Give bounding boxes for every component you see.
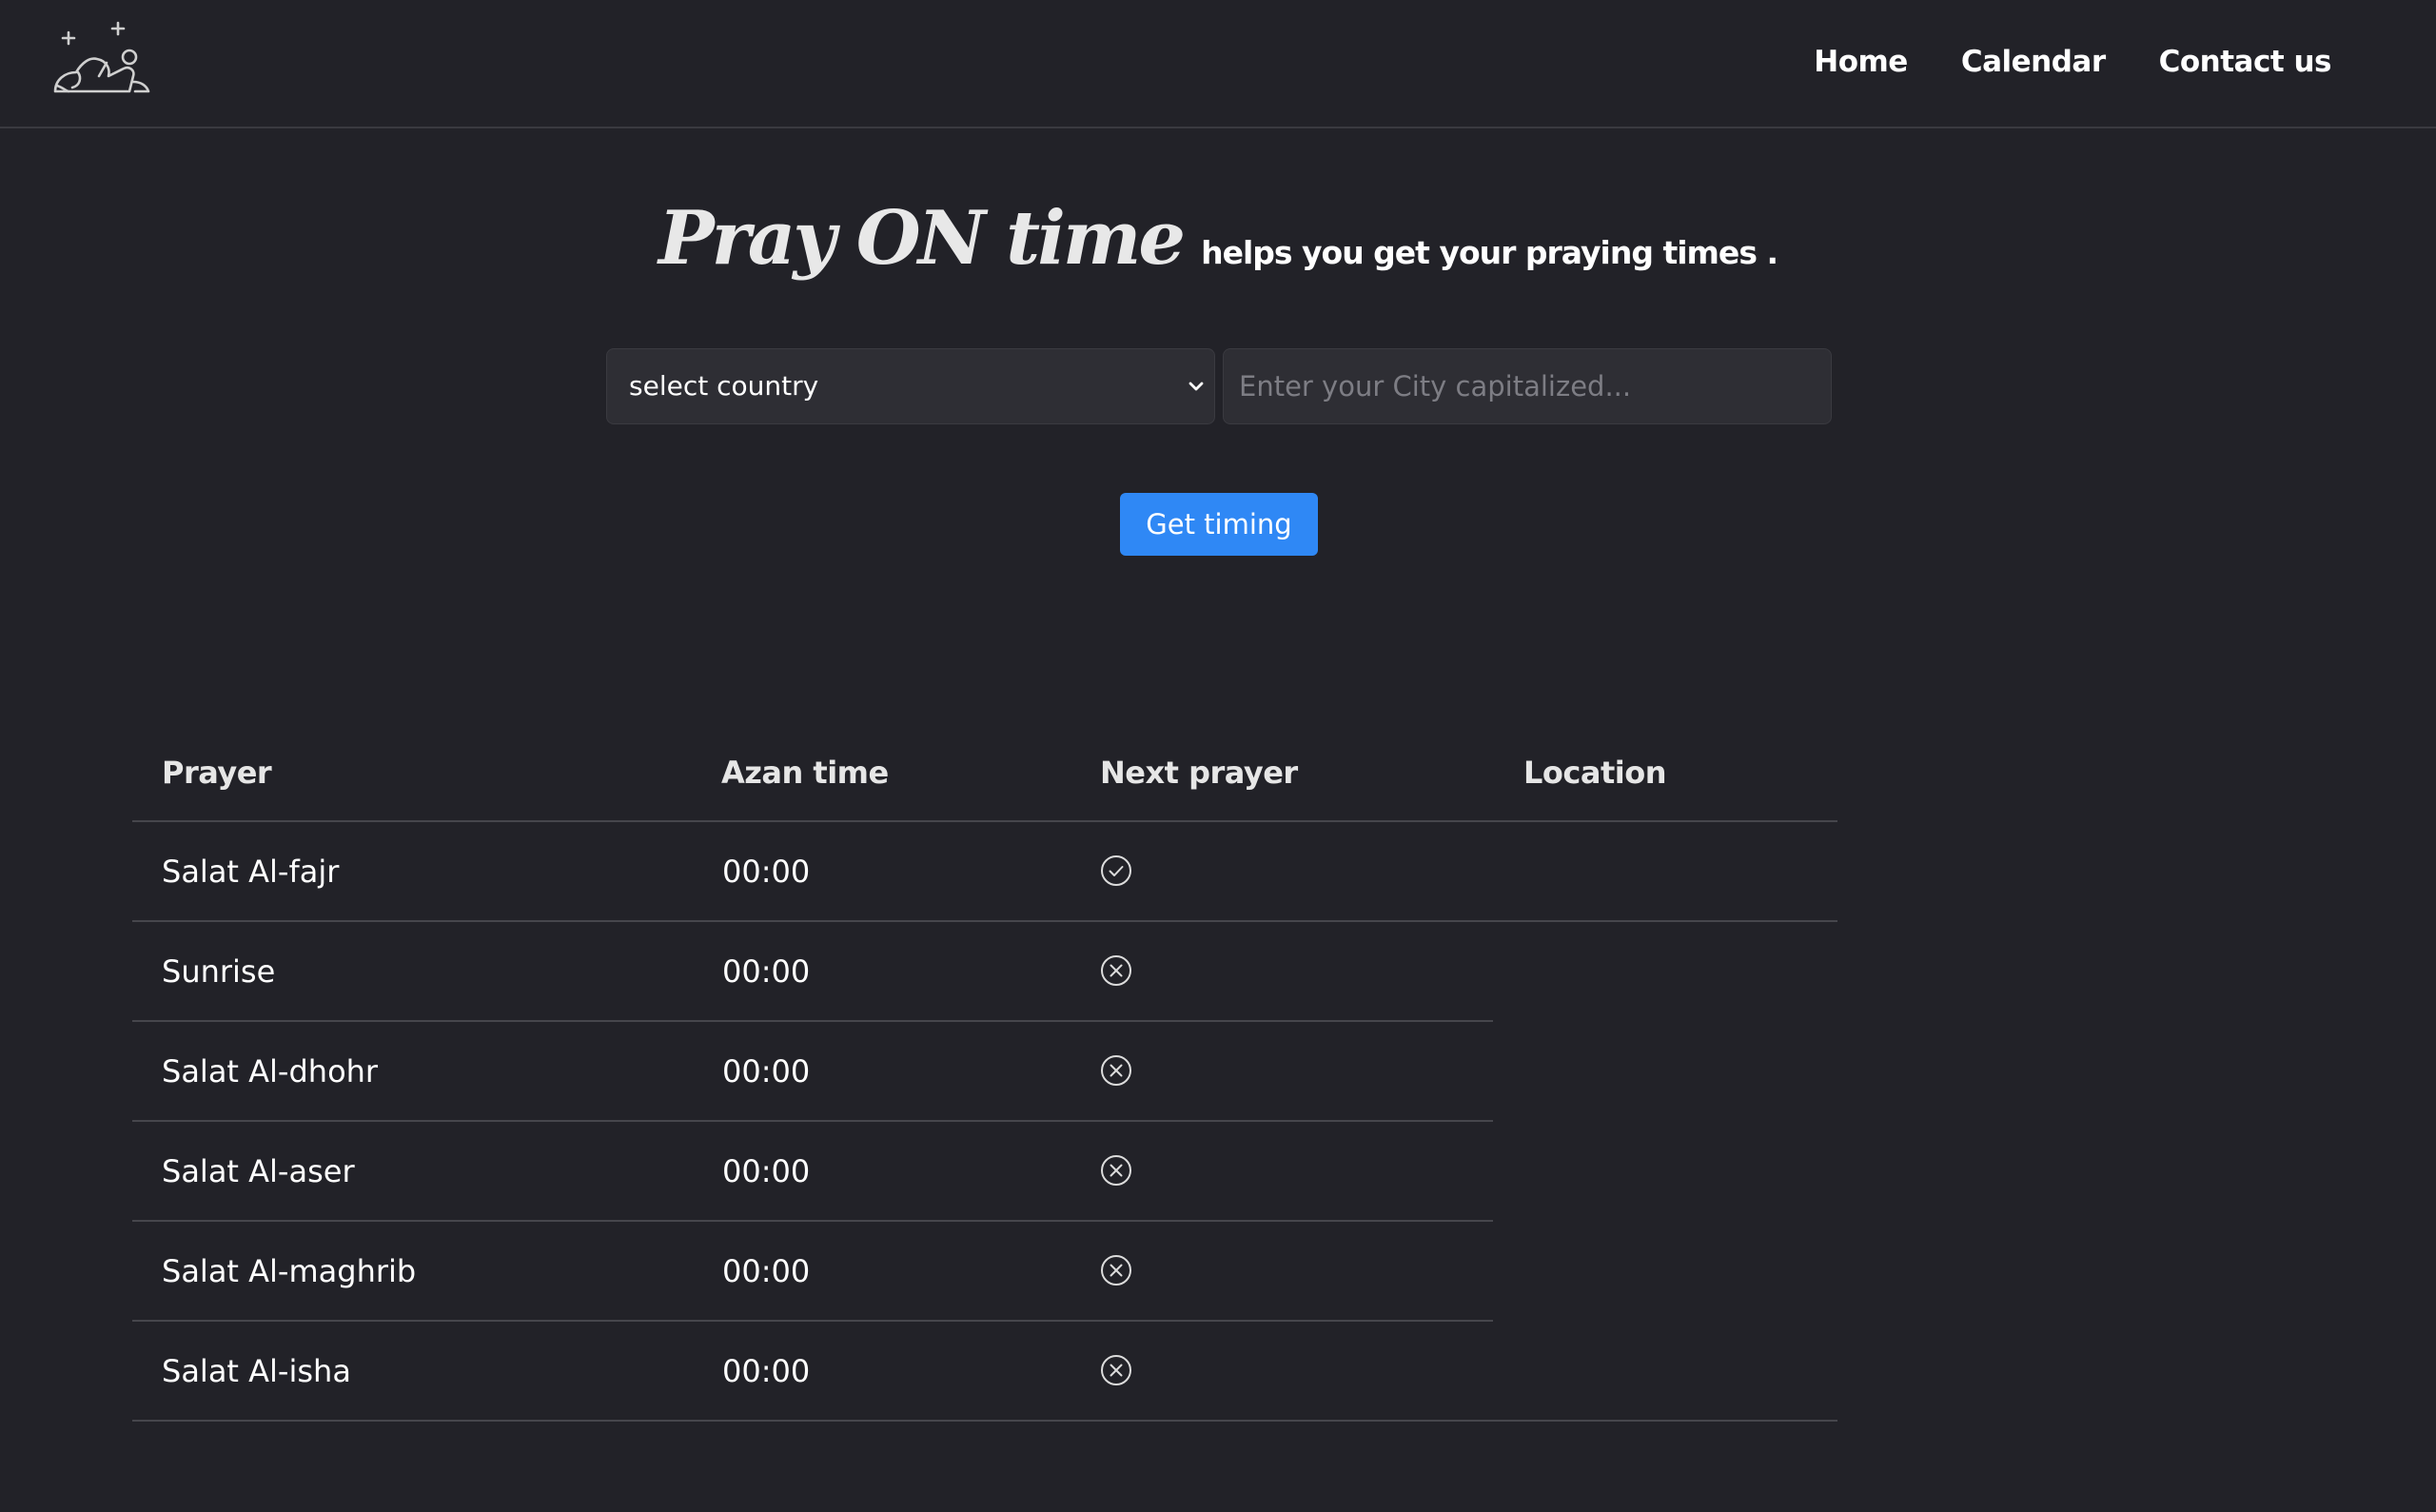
header-prayer: Prayer bbox=[162, 755, 272, 791]
chevron-down-icon bbox=[1189, 382, 1204, 391]
table-row: Salat Al-dhohr 00:00 bbox=[132, 1022, 1837, 1122]
hero-heading: Pray ON time helps you get your praying … bbox=[0, 195, 2436, 282]
azan-time: 00:00 bbox=[722, 1353, 811, 1389]
tagline: helps you get your praying times . bbox=[1201, 234, 1778, 271]
table-header-row: Prayer Azan time Next prayer Location bbox=[132, 723, 1837, 822]
country-select-value: select country bbox=[629, 370, 819, 402]
nav-link-home[interactable]: Home bbox=[1814, 45, 1908, 79]
azan-time: 00:00 bbox=[722, 1253, 811, 1289]
prayer-name: Salat Al-fajr bbox=[162, 854, 340, 890]
header-azan-time: Azan time bbox=[721, 755, 889, 791]
x-circle-icon bbox=[1101, 1155, 1131, 1186]
azan-time: 00:00 bbox=[722, 1153, 811, 1189]
prayer-name: Salat Al-isha bbox=[162, 1353, 351, 1389]
get-timing-button[interactable]: Get timing bbox=[1120, 493, 1318, 556]
city-input[interactable] bbox=[1223, 348, 1832, 424]
header-location: Location bbox=[1523, 755, 1666, 791]
table-row: Salat Al-maghrib 00:00 bbox=[132, 1222, 1837, 1322]
table-row: Salat Al-aser 00:00 bbox=[132, 1122, 1837, 1222]
prayer-name: Sunrise bbox=[162, 953, 276, 990]
prayer-name: Salat Al-dhohr bbox=[162, 1053, 379, 1090]
check-circle-icon bbox=[1101, 855, 1131, 886]
prayer-name: Salat Al-aser bbox=[162, 1153, 355, 1189]
table-row: Salat Al-isha 00:00 bbox=[132, 1322, 1837, 1422]
azan-time: 00:00 bbox=[722, 953, 811, 990]
praying-person-logo-icon[interactable] bbox=[49, 19, 154, 97]
navbar: Home Calendar Contact us bbox=[0, 0, 2436, 128]
table-row: Salat Al-fajr 00:00 bbox=[132, 822, 1837, 922]
x-circle-icon bbox=[1101, 1255, 1131, 1286]
table-row: Sunrise 00:00 bbox=[132, 922, 1837, 1022]
nav-link-calendar[interactable]: Calendar bbox=[1961, 45, 2106, 79]
nav-link-contact-us[interactable]: Contact us bbox=[2159, 45, 2332, 79]
row-divider bbox=[132, 1420, 1837, 1422]
x-circle-icon bbox=[1101, 955, 1131, 986]
header-next-prayer: Next prayer bbox=[1100, 755, 1298, 791]
nav-links: Home Calendar Contact us bbox=[1814, 38, 2331, 86]
azan-time: 00:00 bbox=[722, 854, 811, 890]
azan-time: 00:00 bbox=[722, 1053, 811, 1090]
country-select[interactable]: select country bbox=[606, 348, 1215, 424]
brand-title: Pray ON time bbox=[658, 195, 1186, 282]
prayer-name: Salat Al-maghrib bbox=[162, 1253, 417, 1289]
x-circle-icon bbox=[1101, 1355, 1131, 1385]
x-circle-icon bbox=[1101, 1055, 1131, 1086]
prayer-times-table: Prayer Azan time Next prayer Location Sa… bbox=[132, 723, 1837, 1422]
